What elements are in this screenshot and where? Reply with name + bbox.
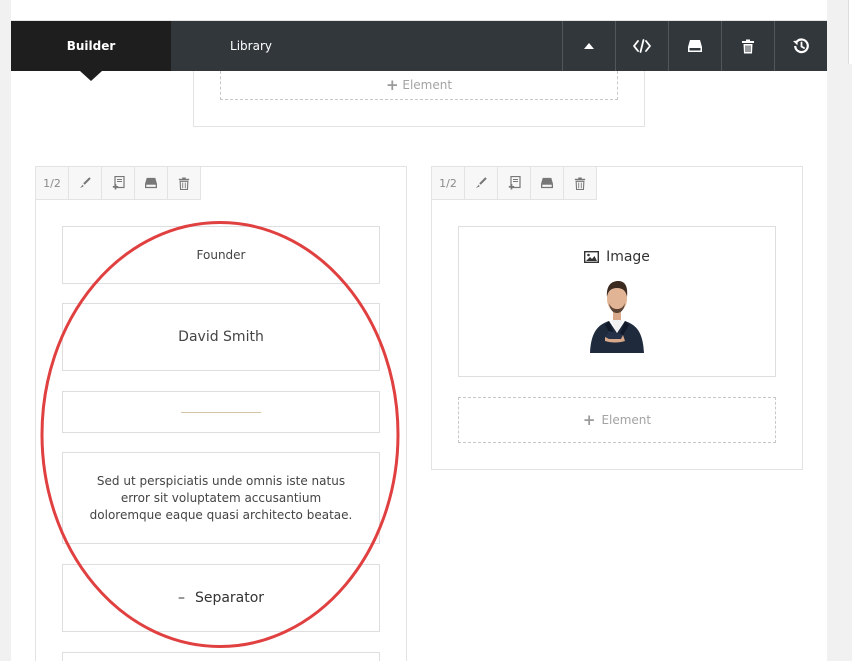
tab-builder-label: Builder xyxy=(66,39,116,53)
save-drive-icon xyxy=(145,177,157,189)
tab-library[interactable]: Library xyxy=(171,21,331,71)
save-drive-icon xyxy=(688,40,702,52)
image-element-title: Image xyxy=(584,249,650,265)
add-to-column-button[interactable] xyxy=(498,167,531,200)
save-column-button[interactable] xyxy=(531,167,564,200)
column-ratio[interactable]: 1/2 xyxy=(432,167,465,200)
caret-up-icon xyxy=(584,43,594,49)
delete-column-button[interactable] xyxy=(168,167,201,200)
paragraph-element[interactable]: Sed ut perspiciatis unde omnis iste natu… xyxy=(62,452,380,544)
add-to-column-button[interactable] xyxy=(102,167,135,200)
name-text: David Smith xyxy=(178,329,264,345)
add-element-button[interactable]: + Element xyxy=(458,397,776,443)
column-ratio[interactable]: 1/2 xyxy=(36,167,69,200)
top-row: + Element xyxy=(193,71,645,127)
next-element[interactable] xyxy=(62,652,380,661)
brush-icon xyxy=(476,177,487,188)
save-button[interactable] xyxy=(668,21,721,71)
add-element-label: Element xyxy=(601,413,652,427)
founder-text: Founder xyxy=(196,248,246,262)
image-element[interactable]: Image xyxy=(458,226,776,377)
code-icon xyxy=(633,39,651,53)
add-element-button[interactable]: + Element xyxy=(220,71,618,100)
code-button[interactable] xyxy=(615,21,668,71)
edit-column-button[interactable] xyxy=(465,167,498,200)
brush-icon xyxy=(80,177,91,188)
left-column: 1/2 Founder David Smith Sed ut perspicia… xyxy=(35,166,407,661)
founder-text-element[interactable]: Founder xyxy=(62,226,380,284)
image-icon xyxy=(584,251,600,263)
save-drive-icon xyxy=(541,177,553,189)
add-document-icon xyxy=(508,176,521,190)
add-document-icon xyxy=(112,176,125,190)
history-button[interactable] xyxy=(774,21,827,71)
separator-label: Separator xyxy=(194,590,265,606)
image-element-label: Image xyxy=(606,249,650,265)
builder-toolbar: Builder Library xyxy=(11,21,827,81)
delete-column-button[interactable] xyxy=(564,167,597,200)
column-toolbar: 1/2 xyxy=(36,167,406,200)
history-icon xyxy=(793,38,809,54)
separator-icon: – xyxy=(177,590,185,606)
person-photo xyxy=(590,281,644,353)
add-element-label: Element xyxy=(402,78,453,92)
top-strip xyxy=(11,0,827,21)
divider-element[interactable] xyxy=(62,391,380,433)
paragraph-text: Sed ut perspiciatis unde omnis iste natu… xyxy=(89,473,353,522)
tab-builder[interactable]: Builder xyxy=(11,21,171,81)
divider-line xyxy=(181,411,261,413)
column-ratio-label: 1/2 xyxy=(439,176,457,190)
edit-column-button[interactable] xyxy=(69,167,102,200)
plus-icon: + xyxy=(582,411,596,429)
tab-library-label: Library xyxy=(230,39,272,53)
collapse-button[interactable] xyxy=(562,21,615,71)
delete-button[interactable] xyxy=(721,21,774,71)
plus-icon: + xyxy=(385,76,399,94)
name-heading-element[interactable]: David Smith xyxy=(62,303,380,371)
trash-icon xyxy=(742,39,754,53)
trash-icon xyxy=(574,177,586,190)
column-ratio-label: 1/2 xyxy=(43,176,61,190)
trash-icon xyxy=(178,177,190,190)
right-rail xyxy=(848,0,852,64)
column-toolbar: 1/2 xyxy=(432,167,802,200)
save-column-button[interactable] xyxy=(135,167,168,200)
separator-element[interactable]: – Separator xyxy=(62,564,380,632)
right-column: 1/2 Image + Element xyxy=(431,166,803,470)
